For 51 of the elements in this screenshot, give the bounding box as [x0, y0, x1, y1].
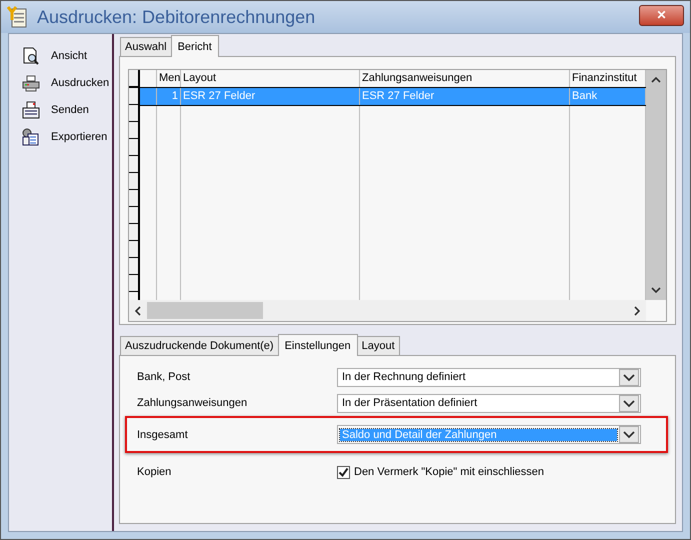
row-header[interactable]: [129, 190, 138, 207]
row-header[interactable]: [129, 224, 138, 241]
export-icon: [22, 128, 40, 146]
horizontal-scrollbar[interactable]: [129, 300, 646, 321]
tab[interactable]: Layout: [356, 336, 400, 355]
column-header[interactable]: Men: [157, 70, 181, 87]
field-label: Zahlungsanweisungen: [137, 397, 248, 409]
row-header[interactable]: [129, 241, 138, 258]
fax-icon: [22, 100, 40, 118]
row-header[interactable]: [129, 207, 138, 224]
row-header[interactable]: [129, 88, 138, 105]
dropdown[interactable]: In der Rechnung definiert: [337, 368, 641, 386]
sidebar-item[interactable]: Exportieren: [51, 130, 108, 142]
column-header[interactable]: Layout: [181, 70, 360, 87]
field-label: Kopien: [137, 466, 172, 478]
chevron-up-icon: [651, 77, 661, 83]
field-label: Insgesamt: [137, 428, 189, 440]
document-icon: [7, 6, 27, 28]
chevron-down-icon: [619, 394, 639, 412]
field-label: Bank, Post: [137, 371, 192, 383]
row-header[interactable]: [129, 70, 138, 88]
chevron-down-icon: [619, 426, 639, 443]
tab[interactable]: Bericht: [170, 35, 219, 57]
dropdown[interactable]: In der Präsentation definiert: [337, 394, 641, 412]
vertical-scrollbar[interactable]: [646, 70, 666, 300]
tab[interactable]: Auszudruckende Dokument(e): [120, 336, 279, 355]
column-header[interactable]: Zahlungsanweisungen: [360, 70, 570, 87]
table-cell: ESR 27 Felder: [360, 88, 570, 105]
row-header[interactable]: [129, 139, 138, 156]
chevron-right-icon: [634, 306, 640, 316]
chevron-down-icon: [651, 287, 661, 293]
checkbox-label: Den Vermerk "Kopie" mit einschliessen: [354, 466, 544, 478]
row-header[interactable]: [129, 173, 138, 190]
window-title: Ausdrucken: Debitorenrechnungen: [37, 6, 316, 28]
sidebar-item[interactable]: Senden: [51, 104, 89, 116]
sidebar-item[interactable]: Ausdrucken: [51, 76, 110, 88]
chevron-left-icon: [135, 306, 141, 316]
checkbox[interactable]: [337, 466, 350, 478]
printer-icon: [22, 74, 40, 92]
row-header[interactable]: [129, 258, 138, 275]
table-cell: 1: [157, 88, 181, 105]
magnifier-document-icon: [22, 46, 40, 64]
tab[interactable]: Auswahl: [120, 37, 172, 56]
tab[interactable]: Einstellungen: [278, 334, 358, 356]
chevron-down-icon: [619, 368, 639, 386]
sidebar-item[interactable]: Ansicht: [51, 50, 88, 62]
table-cell: ESR 27 Felder: [181, 88, 360, 105]
row-header[interactable]: [129, 122, 138, 139]
row-header[interactable]: [129, 275, 138, 292]
row-header[interactable]: [129, 105, 138, 122]
row-header[interactable]: [129, 156, 138, 173]
